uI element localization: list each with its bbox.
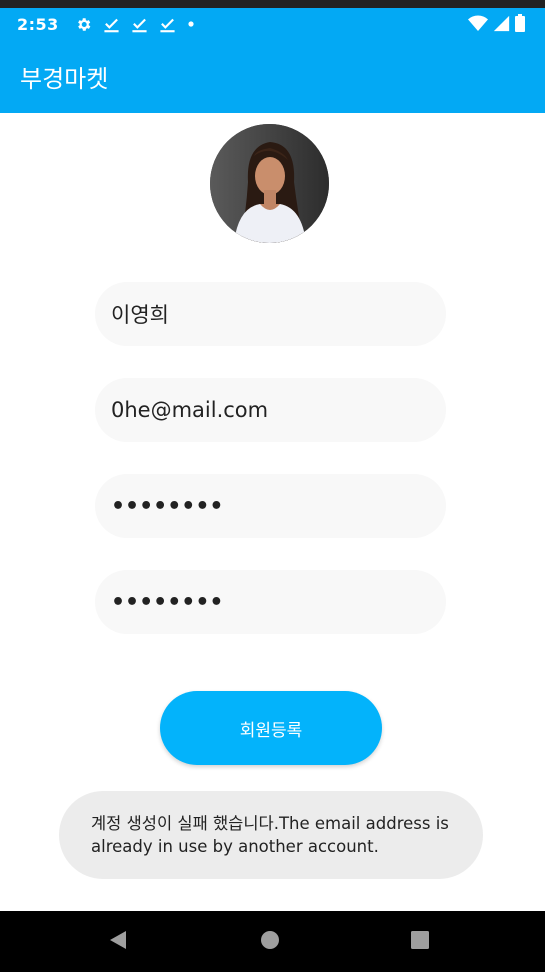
battery-icon — [515, 14, 525, 36]
gear-icon — [75, 16, 92, 33]
register-button[interactable]: 회원등록 — [160, 691, 382, 765]
navigation-bar — [0, 911, 545, 972]
check-download-icon — [131, 16, 148, 33]
back-icon — [107, 929, 129, 955]
profile-avatar[interactable] — [210, 124, 329, 243]
error-toast: 계정 생성이 실패 했습니다.The email address is alre… — [59, 791, 483, 879]
app-bar: 부경마켓 — [0, 40, 545, 113]
check-download-icon — [159, 16, 176, 33]
email-field-value: 0he@mail.com — [111, 398, 269, 422]
top-edge — [0, 0, 545, 8]
back-button[interactable] — [88, 911, 148, 972]
status-bar: 2:53 — [0, 8, 545, 40]
home-icon — [259, 929, 281, 955]
register-button-label: 회원등록 — [239, 720, 303, 741]
toast-message: 계정 생성이 실패 했습니다.The email address is alre… — [91, 814, 449, 856]
password-field-value: •••••••• — [111, 493, 224, 519]
check-download-icon — [103, 16, 120, 33]
name-field[interactable]: 이영희 — [95, 282, 446, 346]
status-time: 2:53 — [17, 14, 59, 34]
recents-button[interactable] — [390, 911, 450, 972]
password-confirm-field[interactable]: •••••••• — [95, 570, 446, 634]
recents-icon — [409, 929, 431, 955]
wifi-icon — [468, 15, 488, 36]
password-confirm-field-value: •••••••• — [111, 589, 224, 615]
cell-signal-icon — [493, 15, 510, 36]
name-field-value: 이영희 — [111, 303, 169, 327]
password-field[interactable]: •••••••• — [95, 474, 446, 538]
dot-icon — [187, 20, 195, 28]
signup-screen: 이영희 0he@mail.com •••••••• •••••••• 회원등록 … — [0, 113, 545, 911]
home-button[interactable] — [240, 911, 300, 972]
app-title: 부경마켓 — [20, 65, 109, 93]
email-field[interactable]: 0he@mail.com — [95, 378, 446, 442]
profile-photo — [210, 124, 329, 243]
